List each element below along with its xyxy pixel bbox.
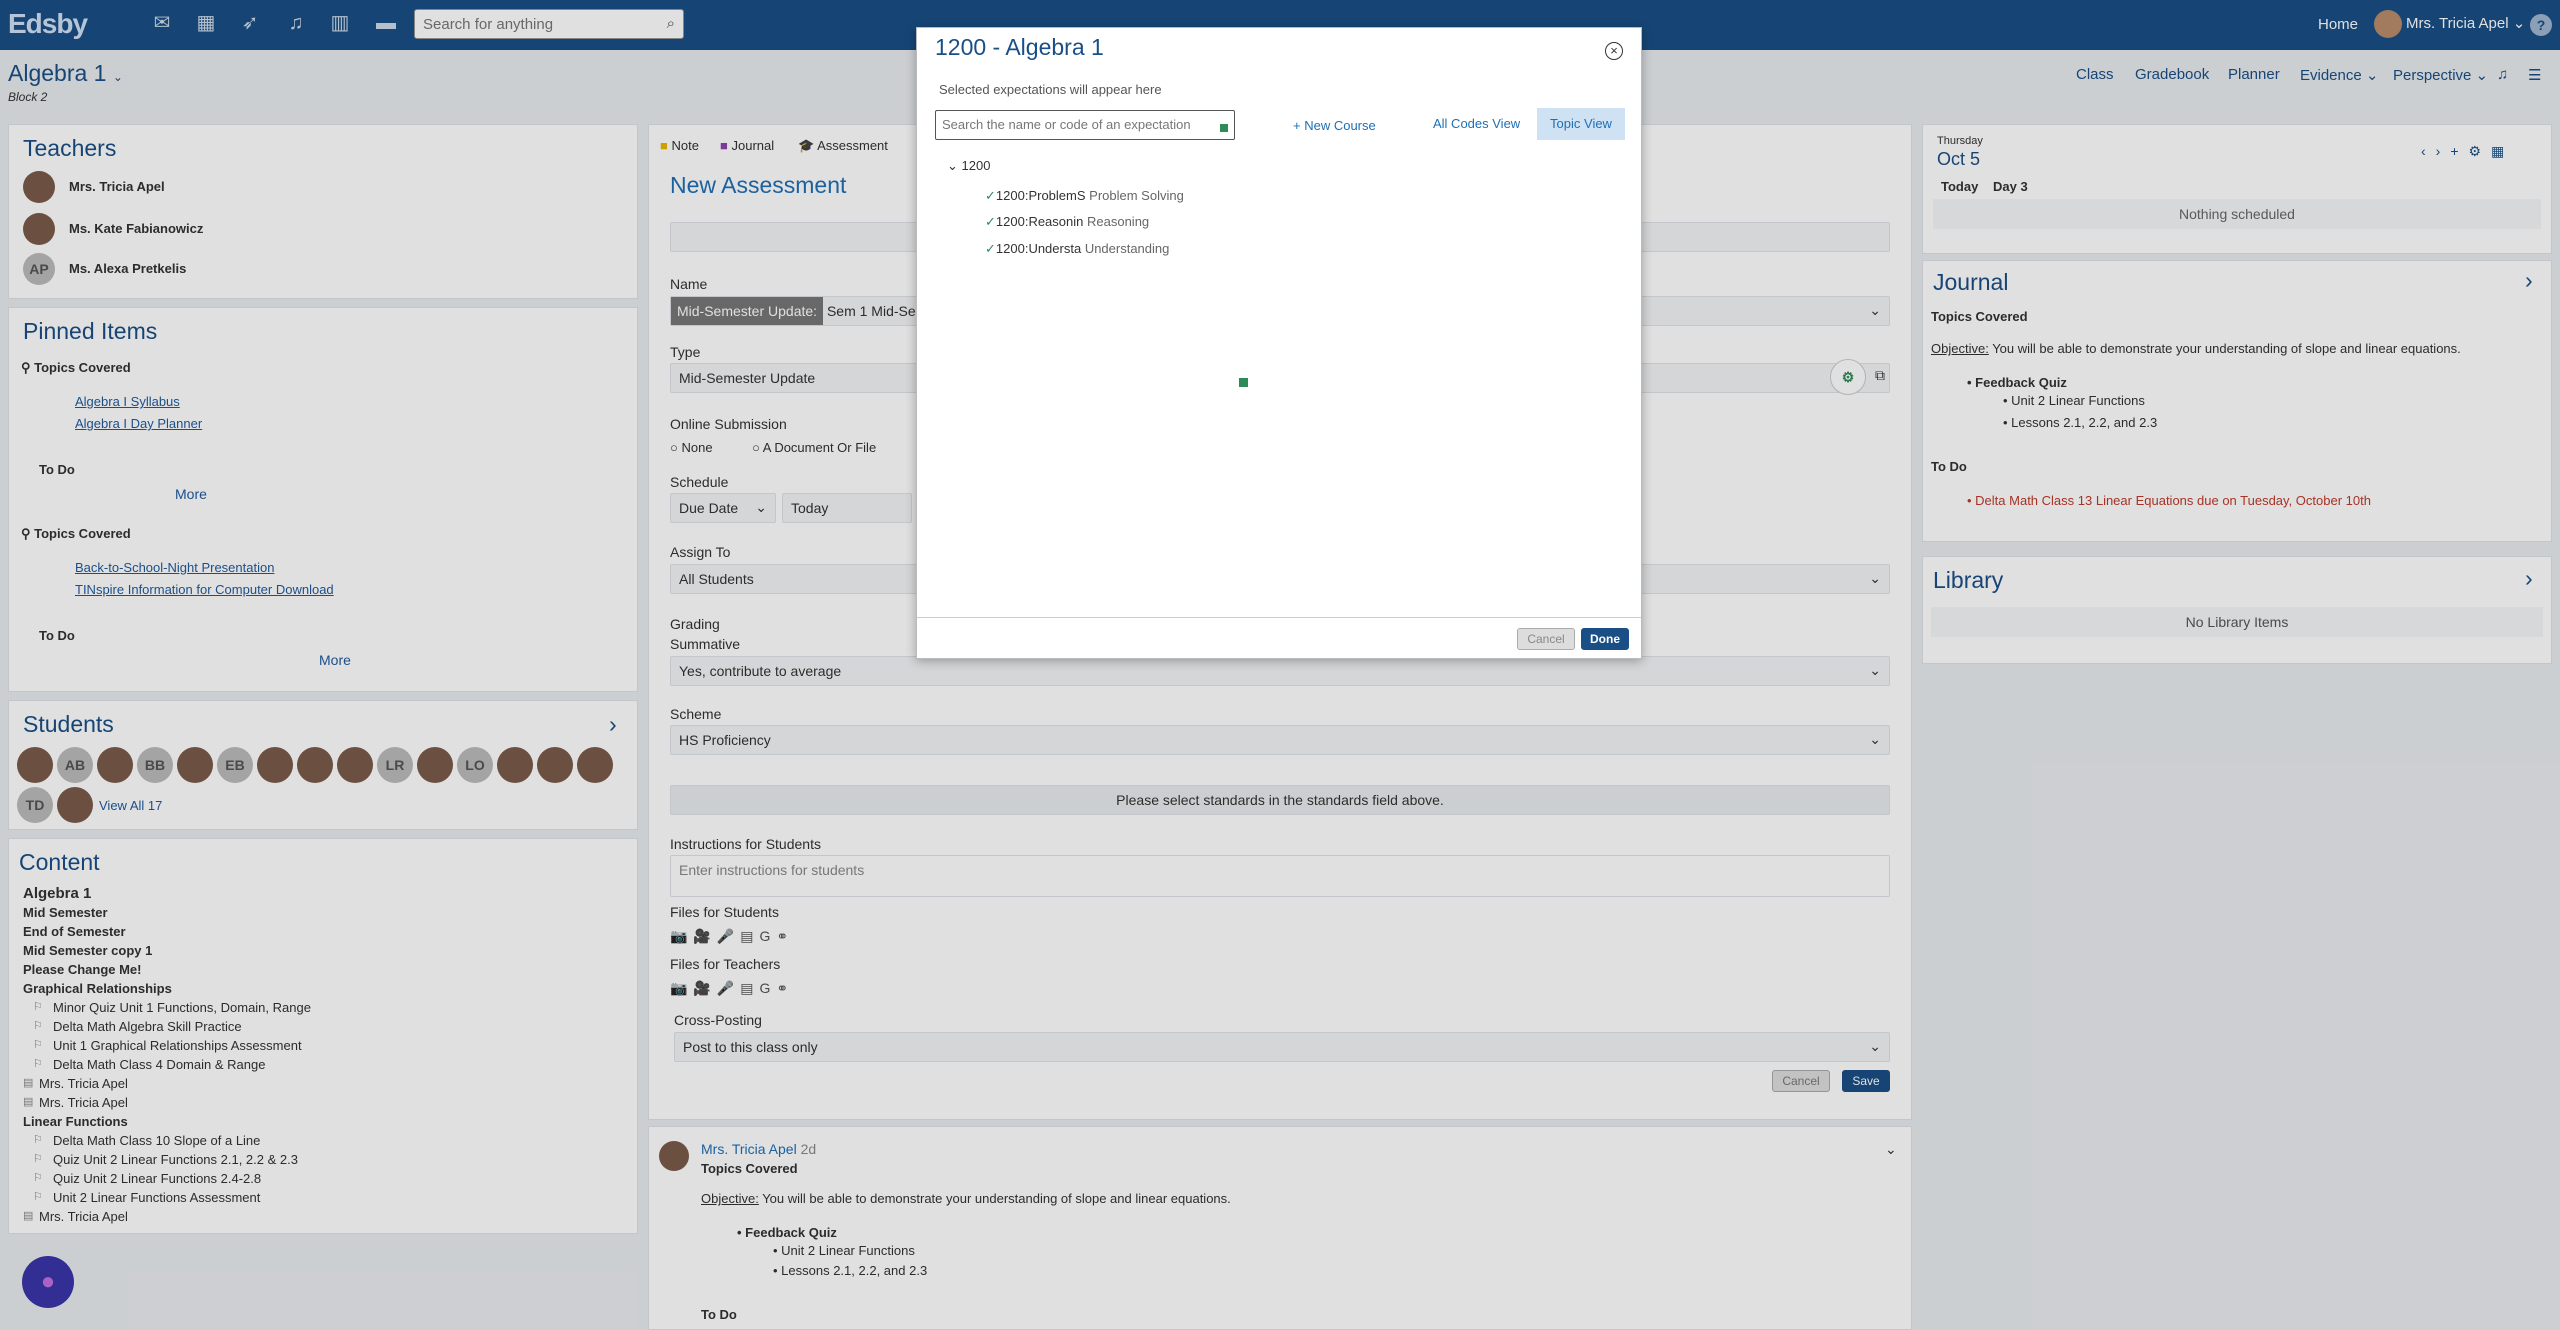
expectation-item[interactable]: ✓1200:Understa Understanding: [985, 241, 1169, 257]
check-icon: ✓: [985, 214, 996, 229]
expectation-item[interactable]: ✓1200:Reasonin Reasoning: [985, 214, 1149, 230]
done-button[interactable]: Done: [1581, 628, 1629, 650]
modal-title: 1200 - Algebra 1: [935, 34, 1104, 60]
modal-cancel-button[interactable]: Cancel: [1517, 628, 1575, 650]
check-icon: ✓: [985, 241, 996, 256]
expectation-item[interactable]: ✓1200:ProblemS Problem Solving: [985, 188, 1184, 204]
all-codes-view-tab[interactable]: All Codes View: [1433, 116, 1520, 131]
chevron-down-icon: ⌄: [947, 158, 958, 173]
topic-view-tab[interactable]: Topic View: [1537, 108, 1625, 140]
loading-icon: [1239, 378, 1248, 387]
modal-divider: [917, 617, 1641, 618]
new-course-button[interactable]: + New Course: [1293, 118, 1376, 133]
status-icon: [1220, 124, 1228, 132]
check-icon: ✓: [985, 188, 996, 203]
tree-root[interactable]: ⌄ 1200: [947, 158, 990, 174]
close-icon[interactable]: ×: [1605, 42, 1623, 60]
expectation-search-input[interactable]: Search the name or code of an expectatio…: [935, 110, 1235, 140]
selected-hint: Selected expectations will appear here: [939, 82, 1162, 97]
expectations-modal: 1200 - Algebra 1 × Selected expectations…: [916, 27, 1642, 659]
